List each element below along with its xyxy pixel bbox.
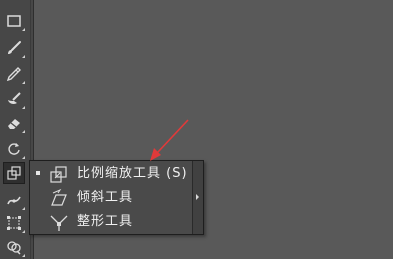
shape-builder-tool[interactable] <box>3 236 25 258</box>
menu-item-shear-tool[interactable]: 倾斜工具 <box>30 186 192 209</box>
scale-icon <box>7 166 21 180</box>
menu-item-label: 倾斜工具 <box>77 190 134 205</box>
blob-brush-icon <box>8 92 21 104</box>
rectangle-icon <box>7 15 21 27</box>
menu-item-reshape-tool[interactable]: 整形工具 <box>30 210 192 233</box>
shear-icon <box>51 188 67 206</box>
blob-brush-tool[interactable] <box>3 88 25 110</box>
paintbrush-icon <box>8 41 21 54</box>
pencil-tool[interactable] <box>3 63 25 85</box>
rotate-tool[interactable] <box>3 138 25 160</box>
width-tool[interactable] <box>3 189 25 211</box>
reshape-icon <box>50 215 68 231</box>
free-transform-tool[interactable] <box>3 212 25 234</box>
tearoff-strip[interactable] <box>192 161 203 234</box>
rotate-icon <box>8 143 20 155</box>
paintbrush-tool[interactable] <box>3 37 25 59</box>
app-window: 比例缩放工具 (S) 倾斜工具 整形工具 <box>0 0 393 259</box>
free-transform-icon <box>7 216 21 230</box>
menu-item-label: 整形工具 <box>77 214 134 229</box>
rectangle-tool[interactable] <box>3 10 25 32</box>
scale-tool[interactable] <box>3 162 25 184</box>
eraser-icon <box>8 119 20 129</box>
width-icon <box>7 196 21 205</box>
scale-tools-flyout-menu: 比例缩放工具 (S) 倾斜工具 整形工具 <box>29 160 204 235</box>
shape-builder-icon <box>7 241 21 255</box>
pencil-icon <box>6 67 21 82</box>
tearoff-arrow-icon <box>196 194 199 200</box>
menu-item-label: 比例缩放工具 (S) <box>77 166 188 181</box>
selected-bullet <box>36 171 40 175</box>
scale-icon <box>50 166 67 183</box>
eraser-tool[interactable] <box>3 112 25 134</box>
menu-item-scale-tool[interactable]: 比例缩放工具 (S) <box>30 162 192 185</box>
